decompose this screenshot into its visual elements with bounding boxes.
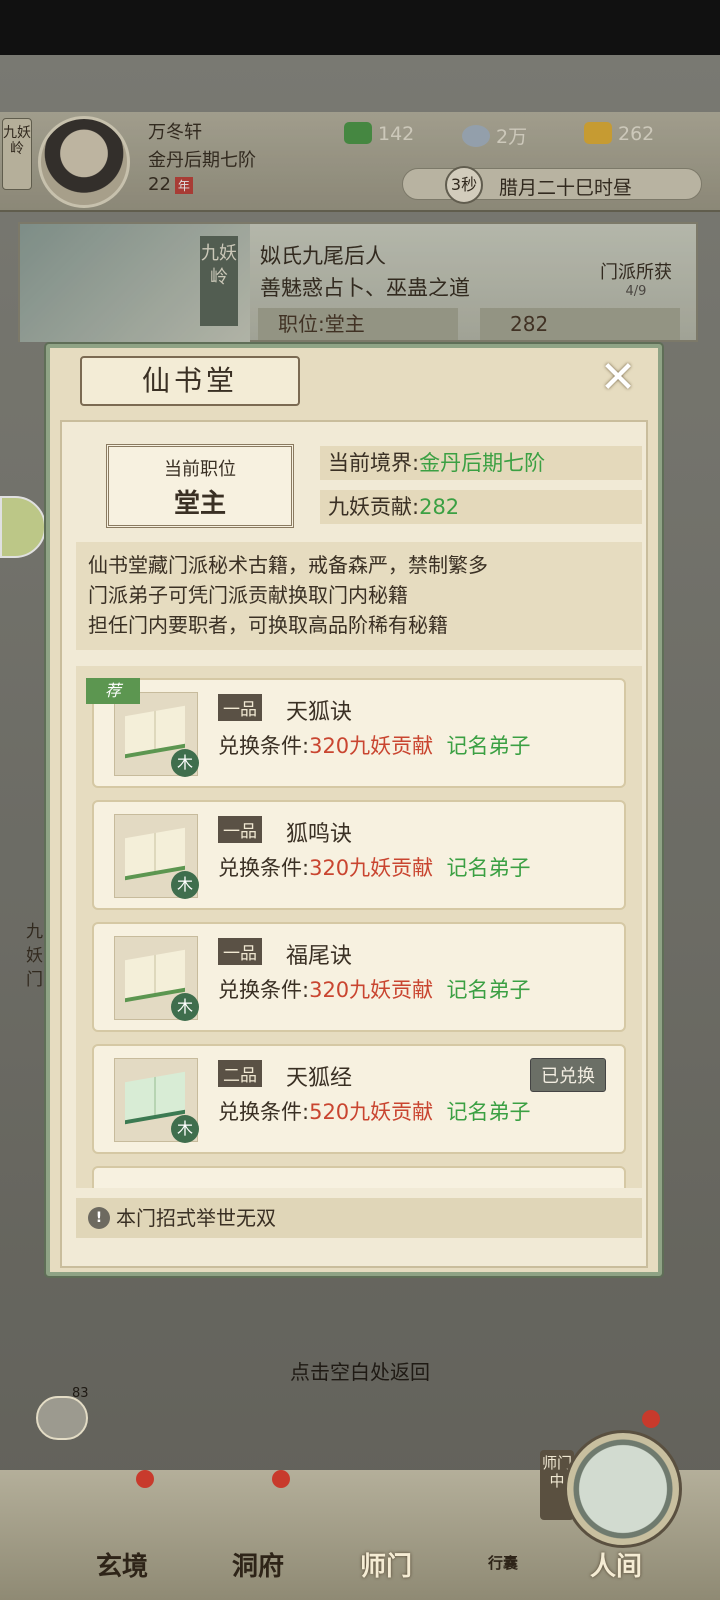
element-badge: 木 — [171, 993, 199, 1021]
contribution-label: 九妖贡献: — [328, 495, 420, 519]
book-condition: 兑换条件:320九妖贡献 记名弟子 — [218, 852, 531, 882]
book-cover: 木 — [114, 814, 199, 899]
book-item[interactable]: 木 一品 福尾诀 兑换条件:320九妖贡献 记名弟子 — [92, 922, 626, 1032]
realm-row: 当前境界:金丹后期七阶 — [320, 446, 642, 480]
condition-label: 兑换条件: — [218, 1100, 310, 1124]
book-condition: 兑换条件:320九妖贡献 记名弟子 — [218, 974, 531, 1004]
chat-icon[interactable] — [36, 1396, 88, 1440]
condition-rank: 记名弟子 — [446, 734, 531, 758]
book-rank: 一品 — [218, 694, 262, 721]
book-cover: 木 — [114, 936, 199, 1021]
exchanged-badge: 已兑换 — [530, 1058, 606, 1092]
condition-cost: 320九妖贡献 — [309, 734, 434, 758]
realm-label: 当前境界: — [328, 451, 420, 475]
exclamation-icon: ! — [88, 1207, 110, 1229]
modal-title: 仙书堂 — [80, 356, 300, 406]
modal-content: 当前职位 堂主 当前境界:金丹后期七阶 九妖贡献:282 仙书堂藏门派秘术古籍，… — [60, 420, 648, 1268]
notification-dot — [136, 1470, 154, 1488]
condition-rank: 记名弟子 — [446, 1100, 531, 1124]
condition-label: 兑换条件: — [218, 856, 310, 880]
chat-count: 83 — [72, 1386, 89, 1401]
tip-bar: ! 本门招式举世无双 — [76, 1198, 642, 1238]
book-item[interactable]: 木 荐 一品 天狐诀 兑换条件:320九妖贡献 记名弟子 — [86, 678, 626, 788]
nav-xingnang[interactable]: 行囊 — [488, 1552, 518, 1573]
element-badge: 木 — [171, 749, 199, 777]
open-book-icon — [125, 949, 185, 1003]
book-name: 福尾诀 — [286, 944, 353, 969]
nav-dongfu[interactable]: 洞府 — [232, 1546, 284, 1583]
notification-dot — [642, 1410, 660, 1428]
condition-label: 兑换条件: — [218, 978, 310, 1002]
book-cover: 木 — [114, 1058, 199, 1143]
contribution-row: 九妖贡献:282 — [320, 490, 642, 524]
book-list[interactable]: 木 荐 一品 天狐诀 兑换条件:320九妖贡献 记名弟子 木 一品 狐鸣诀 兑换… — [76, 666, 642, 1188]
element-badge: 木 — [171, 1115, 199, 1143]
book-condition: 兑换条件:520九妖贡献 记名弟子 — [218, 1096, 531, 1126]
book-name: 狐鸣诀 — [286, 822, 353, 847]
open-book-icon — [125, 705, 185, 759]
condition-cost: 520九妖贡献 — [309, 1100, 434, 1124]
xianshutang-modal: 仙书堂 ✕ 当前职位 堂主 当前境界:金丹后期七阶 九妖贡献:282 仙书堂藏门… — [46, 344, 662, 1276]
book-item[interactable]: 木 二品 天狐经 已兑换 兑换条件:520九妖贡献 记名弟子 — [92, 1044, 626, 1154]
condition-rank: 记名弟子 — [446, 978, 531, 1002]
description-line: 担任门内要职者，可换取高品阶稀有秘籍 — [88, 613, 448, 637]
book-rank: 二品 — [218, 1060, 262, 1087]
condition-rank: 记名弟子 — [446, 856, 531, 880]
notification-dot — [272, 1470, 290, 1488]
open-book-icon — [125, 1071, 185, 1125]
tip-text: 本门招式举世无双 — [116, 1206, 276, 1230]
condition-cost: 320九妖贡献 — [309, 978, 434, 1002]
nav-shimen[interactable]: 师门 — [360, 1546, 412, 1583]
close-icon[interactable]: ✕ — [594, 356, 642, 404]
nav-xuanjing[interactable]: 玄境 — [96, 1546, 148, 1583]
condition-label: 兑换条件: — [218, 734, 310, 758]
book-condition: 兑换条件:320九妖贡献 记名弟子 — [218, 730, 531, 760]
description-line: 仙书堂藏门派秘术古籍，戒备森严，禁制繁多 — [88, 553, 488, 577]
nav-renjian[interactable]: 人间 — [590, 1546, 642, 1583]
return-hint[interactable]: 点击空白处返回 — [0, 1356, 720, 1385]
contribution-value: 282 — [419, 495, 460, 519]
book-rank: 一品 — [218, 938, 262, 965]
book-item-partial[interactable] — [92, 1166, 626, 1188]
position-card: 当前职位 堂主 — [106, 444, 294, 528]
recommend-badge: 荐 — [86, 678, 140, 704]
book-item[interactable]: 木 一品 狐鸣诀 兑换条件:320九妖贡献 记名弟子 — [92, 800, 626, 910]
book-cover: 木 — [114, 692, 199, 777]
description-line: 门派弟子可凭门派贡献换取门内秘籍 — [88, 583, 408, 607]
book-name: 天狐经 — [286, 1066, 353, 1091]
bottom-nav: 玄境 洞府 师门 行囊 师门中 人间 — [0, 1410, 720, 1600]
status-bar — [0, 0, 720, 55]
element-badge: 木 — [171, 871, 199, 899]
condition-cost: 320九妖贡献 — [309, 856, 434, 880]
world-map-icon[interactable] — [564, 1430, 682, 1548]
position-card-label: 当前职位 — [164, 459, 236, 480]
book-name: 天狐诀 — [286, 700, 353, 725]
open-book-icon — [125, 827, 185, 881]
book-rank: 一品 — [218, 816, 262, 843]
hall-description: 仙书堂藏门派秘术古籍，戒备森严，禁制繁多 门派弟子可凭门派贡献换取门内秘籍 担任… — [76, 542, 642, 650]
realm-value: 金丹后期七阶 — [419, 451, 546, 475]
position-card-value: 堂主 — [173, 489, 226, 519]
